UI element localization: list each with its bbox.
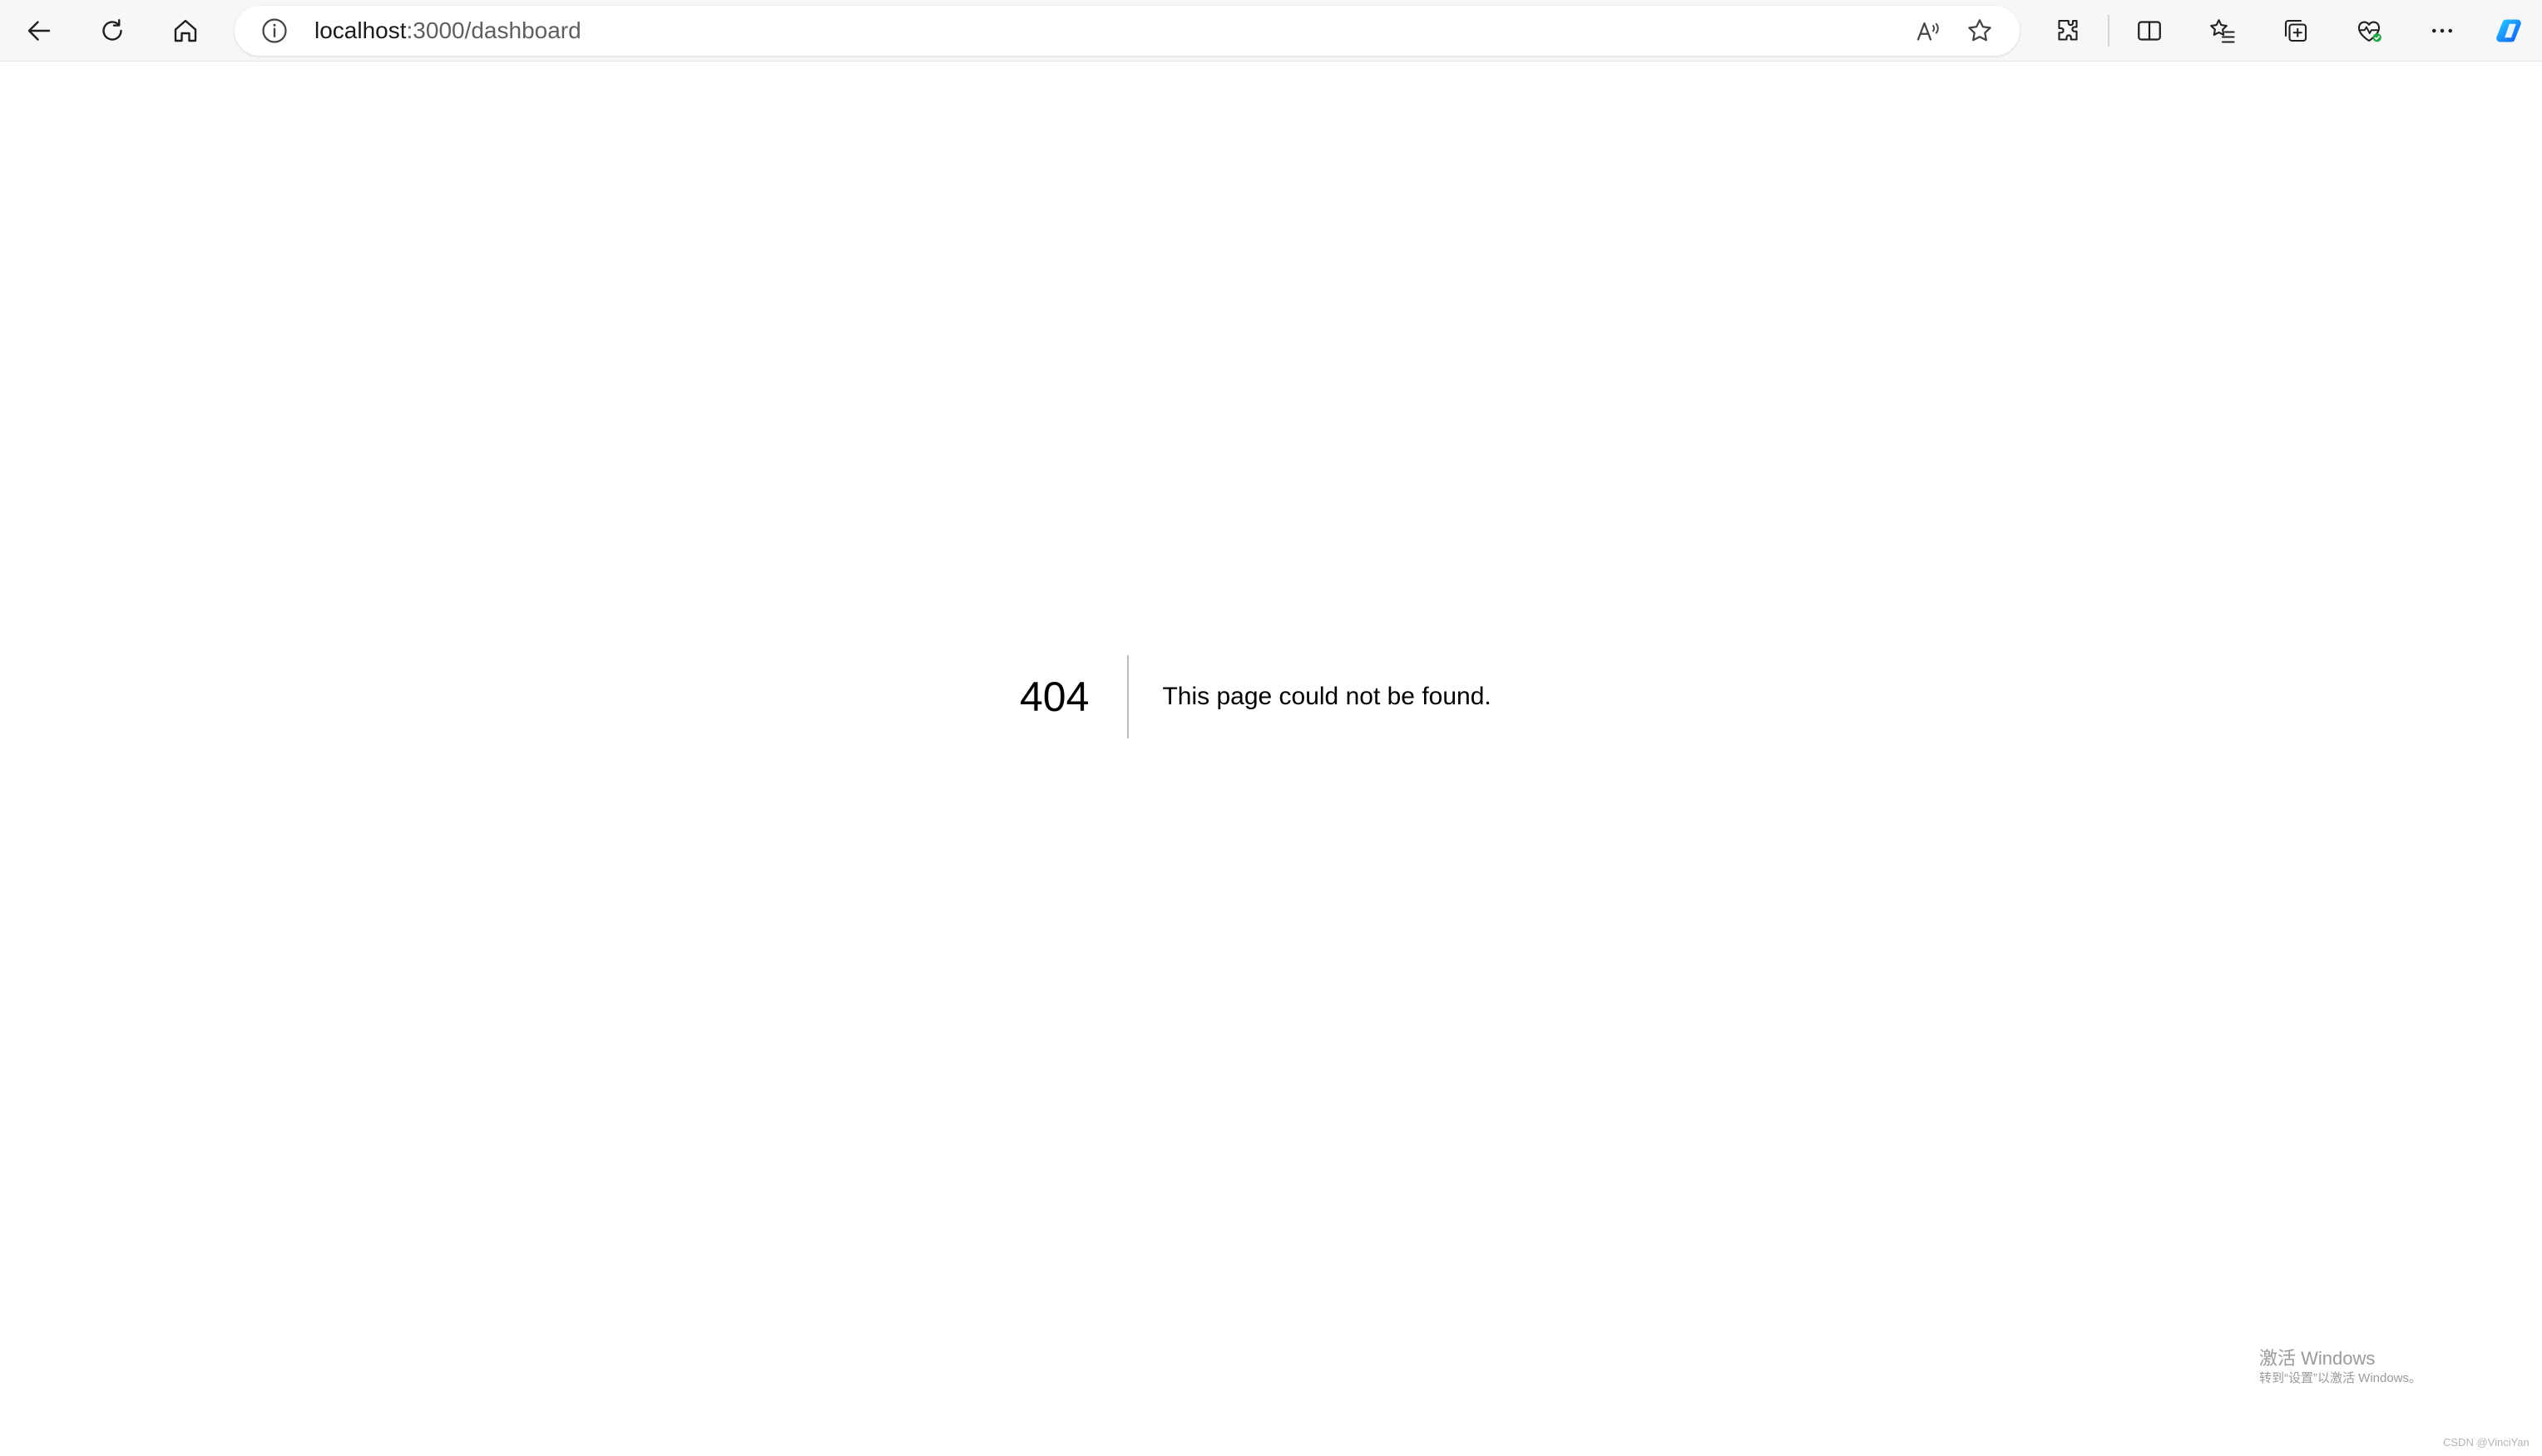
- more-icon: [2432, 28, 2452, 33]
- windows-activation-watermark: 激活 Windows 转到“设置”以激活 Windows。: [2259, 1347, 2421, 1387]
- extensions-button[interactable]: [2045, 7, 2091, 54]
- extensions-icon: [2058, 19, 2078, 41]
- favorites-icon: [2210, 19, 2235, 43]
- toolbar-separator: [2108, 15, 2109, 47]
- browser-toolbar: localhost:3000/dashboard: [0, 0, 2542, 62]
- refresh-icon: [102, 19, 122, 41]
- refresh-button[interactable]: [89, 7, 136, 54]
- address-host: localhost: [314, 17, 407, 43]
- browser-essentials-button[interactable]: [2346, 7, 2392, 54]
- more-button[interactable]: [2419, 7, 2465, 54]
- error-code: 404: [1020, 674, 1090, 720]
- star-icon[interactable]: [1965, 16, 1995, 46]
- address-url[interactable]: localhost:3000/dashboard: [314, 6, 581, 56]
- read-aloud-icon[interactable]: [1913, 16, 1943, 46]
- heart-pulse-icon: [2357, 21, 2381, 42]
- favorites-button[interactable]: [2199, 7, 2246, 54]
- csdn-credit: CSDN @VinciYan: [2443, 1436, 2530, 1449]
- page-content: [0, 62, 2542, 1456]
- home-icon: [174, 19, 197, 42]
- split-screen-icon: [2138, 21, 2161, 41]
- collections-icon: [2284, 19, 2307, 42]
- split-screen-button[interactable]: [2126, 7, 2173, 54]
- error-container: 404 This page could not be found.: [1020, 655, 1491, 738]
- collections-button[interactable]: [2272, 7, 2319, 54]
- copilot-icon: [2496, 19, 2521, 42]
- back-button[interactable]: [16, 7, 62, 54]
- arrow-left-icon: [27, 21, 51, 41]
- error-message: This page could not be found.: [1162, 683, 1491, 710]
- watermark-subtitle: 转到“设置”以激活 Windows。: [2259, 1371, 2422, 1385]
- info-icon[interactable]: [260, 16, 289, 46]
- watermark-title: 激活 Windows: [2259, 1348, 2376, 1369]
- copilot-button[interactable]: [2487, 7, 2534, 54]
- address-path: :3000/dashboard: [406, 17, 581, 43]
- address-bar[interactable]: localhost:3000/dashboard: [235, 6, 2020, 56]
- home-button[interactable]: [162, 7, 209, 54]
